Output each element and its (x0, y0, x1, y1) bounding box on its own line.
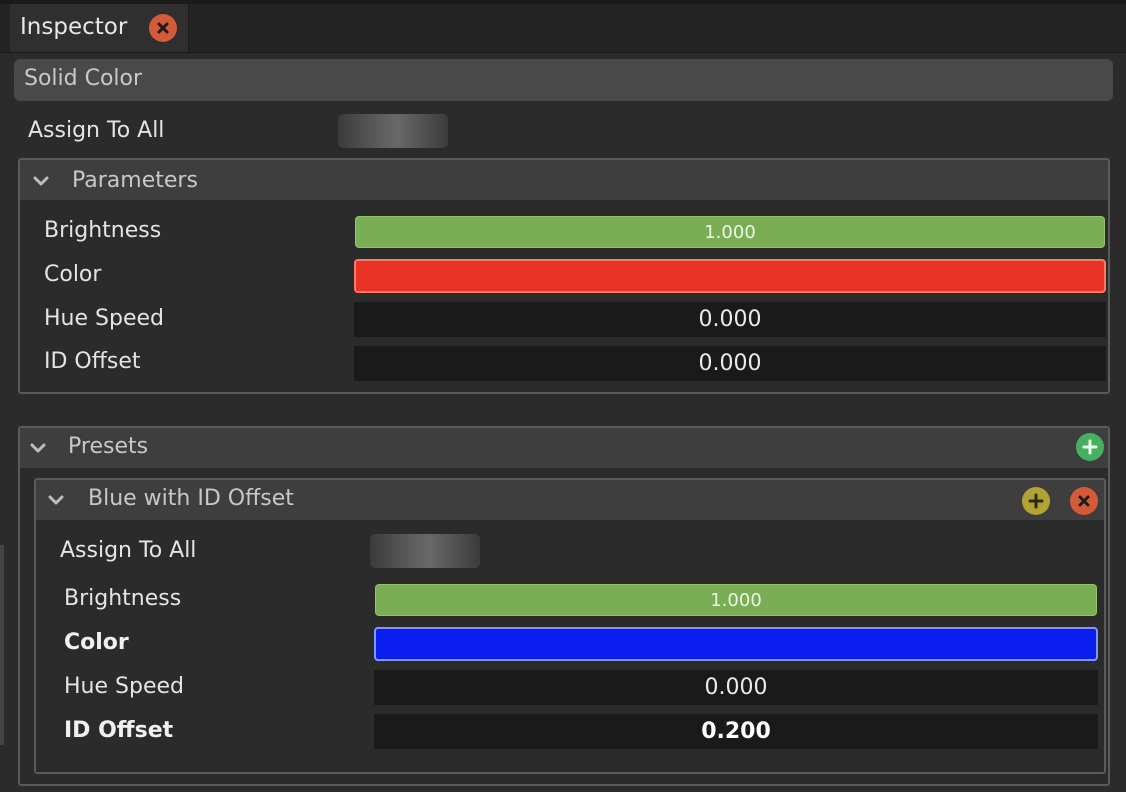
preset-id-offset-value: 0.200 (701, 719, 771, 744)
hue-speed-field[interactable]: 0.000 (354, 302, 1106, 337)
chevron-down-icon (33, 176, 49, 186)
parameters-header[interactable]: Parameters (20, 160, 1108, 200)
delete-preset-button[interactable] (1070, 487, 1098, 515)
preset-assign-to-all-toggle[interactable] (370, 534, 480, 568)
presets-title: Presets (68, 434, 149, 459)
tab-bar: Inspector (0, 4, 1126, 53)
close-icon (1078, 495, 1090, 507)
preset-hue-speed-value: 0.000 (704, 675, 768, 700)
color-label: Color (44, 262, 102, 287)
component-header: Solid Color (14, 59, 1113, 101)
scroll-edge (0, 545, 4, 745)
component-title: Solid Color (24, 66, 143, 91)
brightness-slider[interactable]: 1.000 (355, 216, 1105, 248)
preset-brightness-value: 1.000 (710, 589, 762, 611)
presets-header[interactable]: Presets (20, 428, 1108, 468)
brightness-label: Brightness (44, 218, 162, 243)
tab-title: Inspector (20, 14, 128, 40)
id-offset-field[interactable]: 0.000 (354, 346, 1106, 381)
save-preset-button[interactable] (1022, 487, 1050, 515)
preset-color-swatch[interactable] (374, 627, 1098, 661)
assign-to-all-toggle[interactable] (338, 114, 448, 148)
chevron-down-icon (48, 495, 64, 505)
preset-assign-to-all-label: Assign To All (60, 538, 197, 563)
color-swatch[interactable] (354, 259, 1106, 293)
preset-item-title: Blue with ID Offset (88, 486, 294, 511)
preset-brightness-label: Brightness (64, 586, 182, 611)
preset-brightness-slider[interactable]: 1.000 (375, 584, 1097, 616)
hue-speed-label: Hue Speed (44, 306, 164, 331)
preset-id-offset-field[interactable]: 0.200 (374, 714, 1098, 749)
close-tab-button[interactable] (149, 14, 177, 42)
preset-hue-speed-field[interactable]: 0.000 (374, 670, 1098, 705)
preset-hue-speed-label: Hue Speed (64, 674, 184, 699)
assign-to-all-label: Assign To All (28, 118, 165, 143)
brightness-value: 1.000 (704, 221, 756, 243)
tab-inspector[interactable]: Inspector (10, 4, 189, 52)
preset-color-label: Color (64, 630, 129, 655)
add-icon (1028, 493, 1044, 509)
preset-id-offset-label: ID Offset (64, 718, 174, 743)
hue-speed-value: 0.000 (698, 307, 762, 332)
parameters-title: Parameters (72, 168, 198, 193)
close-icon (157, 22, 169, 34)
chevron-down-icon (30, 443, 46, 453)
id-offset-value: 0.000 (698, 351, 762, 376)
id-offset-label: ID Offset (44, 349, 141, 374)
preset-item-header[interactable]: Blue with ID Offset (36, 480, 1104, 520)
add-icon (1082, 439, 1098, 455)
add-preset-button[interactable] (1076, 433, 1104, 461)
